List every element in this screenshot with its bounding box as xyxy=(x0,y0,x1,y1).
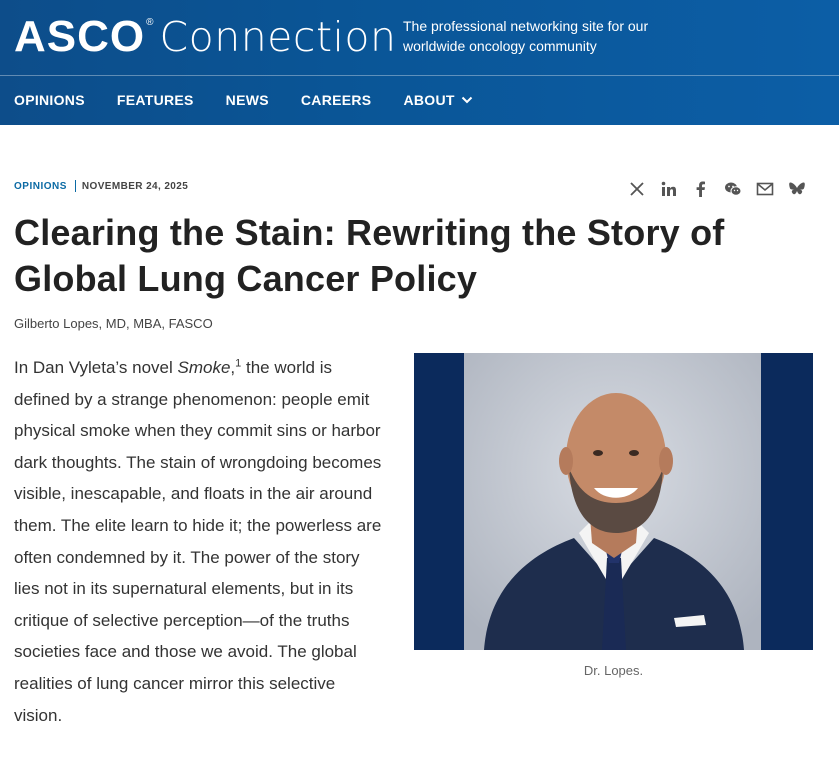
nav-item-careers[interactable]: CAREERS xyxy=(301,92,372,108)
nav-item-opinions[interactable]: OPINIONS xyxy=(14,92,85,108)
article-body: In Dan Vyleta’s novel Smoke,1 the world … xyxy=(14,357,382,725)
logo-registered-mark: ® xyxy=(146,17,154,28)
nav-label: FEATURES xyxy=(116,92,194,108)
article-meta: OPINIONS NOVEMBER 24, 2025 xyxy=(14,180,188,192)
article-category[interactable]: OPINIONS xyxy=(14,181,67,192)
portrait-illustration xyxy=(464,353,761,650)
nav-label: ABOUT xyxy=(403,92,455,108)
main-nav: OPINIONS FEATURES NEWS CAREERS ABOUT xyxy=(14,88,505,112)
facebook-icon[interactable] xyxy=(692,180,710,198)
article-date: NOVEMBER 24, 2025 xyxy=(81,180,189,192)
chevron-down-icon xyxy=(461,96,472,104)
linkedin-icon[interactable] xyxy=(660,180,678,198)
nav-item-news[interactable]: NEWS xyxy=(226,92,269,108)
site-header: ASCO ® Connection The professional netwo… xyxy=(0,0,839,125)
nav-label: NEWS xyxy=(225,92,269,108)
nav-item-about[interactable]: ABOUT xyxy=(403,92,472,108)
photo-caption: Dr. Lopes. xyxy=(583,663,644,678)
wechat-icon[interactable] xyxy=(724,180,742,198)
email-icon[interactable] xyxy=(756,180,774,198)
site-tagline: The professional networking site for our… xyxy=(403,18,649,54)
book-title: Smoke xyxy=(177,358,231,377)
article-title: Clearing the Stain: Rewriting the Story … xyxy=(14,212,725,299)
nav-label: CAREERS xyxy=(300,92,372,108)
header-divider xyxy=(0,75,839,76)
article-author[interactable]: Gilberto Lopes, MD, MBA, FASCO xyxy=(14,316,213,331)
site-logo[interactable]: ASCO ® Connection xyxy=(14,12,397,62)
meta-divider xyxy=(74,180,76,192)
bluesky-icon[interactable] xyxy=(788,180,806,198)
body-text-part: the world is defined by a strange phenom… xyxy=(14,358,382,725)
nav-item-features[interactable]: FEATURES xyxy=(117,92,194,108)
logo-connection: Connection xyxy=(159,13,397,61)
x-icon[interactable] xyxy=(628,180,646,198)
photo-portrait xyxy=(464,353,761,650)
share-bar xyxy=(628,180,820,198)
logo-asco: ASCO xyxy=(14,12,146,61)
author-photo xyxy=(414,353,813,650)
body-text-part: In Dan Vyleta’s novel xyxy=(14,358,178,377)
nav-label: OPINIONS xyxy=(14,92,85,108)
